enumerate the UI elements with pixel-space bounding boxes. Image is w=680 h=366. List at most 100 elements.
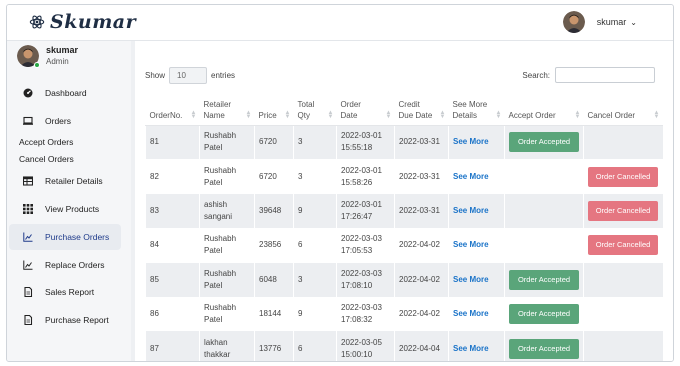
column-header-text: Name [203,110,225,120]
sidebar-item-orders[interactable]: Orders [9,108,121,134]
table-icon [23,176,33,186]
order-accepted-button[interactable]: Order Accepted [509,304,579,325]
see-more-link[interactable]: See More [448,262,505,297]
order-date-cell-line: 15:55:18 [341,143,373,153]
qty-cell: 6 [293,228,337,263]
order-no-cell: 87 [145,331,200,361]
accept-order-cell: Order Accepted [504,331,584,361]
see-more-link[interactable]: See More [448,331,505,361]
brand-logo[interactable]: Skumar [29,11,136,33]
retailer-name-cell: Rushabh Patel [199,296,255,332]
order-cancelled-button[interactable]: Order Cancelled [588,200,658,221]
column-header-text: Details [452,110,477,120]
due-date-cell: 2022-04-02 [394,228,449,263]
retailer-name-cell-line: sangani [204,211,233,221]
sidebar-item-view-products[interactable]: View Products [9,196,121,222]
sidebar-item-sales-report[interactable]: Sales Report [9,279,121,305]
app-window: Skumar skumar ⌄ skumar Admin Dashboard O… [6,4,674,362]
column-header-text: Due Date [398,110,433,120]
search-control: Search: [522,67,655,83]
order-date-cell-line: 2022-03-01 [341,165,382,175]
column-header-order-no[interactable]: OrderNo. ▲ ▼ [145,97,200,126]
see-more-link[interactable]: See More [448,125,505,160]
sidebar-item-dashboard[interactable]: Dashboard [9,80,121,106]
order-date-cell: 2022-03-03 17:08:10 [336,262,395,297]
accept-order-cell: Order Accepted [504,125,584,160]
order-cancelled-button[interactable]: Order Cancelled [588,235,658,256]
column-header-credit-due-date[interactable]: Credit Due Date ▲ ▼ [394,97,449,126]
entries-label: entries [211,71,236,80]
top-user-name: skumar [596,17,627,27]
due-date-cell: 2022-03-31 [394,159,449,194]
column-header-text: See More [452,99,488,109]
sidebar-item-label: Retailer Details [45,176,103,186]
order-no-cell: 81 [145,125,200,160]
order-date-cell: 2022-03-01 15:58:26 [336,159,395,194]
show-label: Show [145,71,166,80]
retailer-name-cell-line: lakhan [204,337,228,347]
sidebar-item-purchase-report[interactable]: Purchase Report [9,307,121,333]
sidebar-item-label: Sales Report [45,287,95,297]
retailer-name-cell-line: Rushabh [204,165,237,175]
react-atom-icon [29,15,45,29]
column-header-cancel-order[interactable]: Cancel Order ▲ ▼ [583,97,663,126]
column-header-accept-order[interactable]: Accept Order ▲ ▼ [504,97,584,126]
column-header-total-qty[interactable]: Total Qty ▲ ▼ [293,97,337,126]
retailer-name-cell-line: Rushabh [204,303,237,313]
order-no-cell: 84 [145,228,200,263]
cancel-order-cell: Order Cancelled [583,228,663,263]
sidebar-item-label: View Products [45,204,100,214]
sidebar-item-label: Dashboard [45,88,87,98]
sort-icon: ▲ ▼ [495,109,502,120]
column-header-text: OrderNo. [149,110,183,120]
sort-icon: ▲ ▼ [245,109,252,120]
see-more-link[interactable]: See More [448,193,505,229]
sidebar-item-retailer-details[interactable]: Retailer Details [9,168,121,194]
sidebar-item-label: Orders [45,116,71,126]
price-cell: 18144 [254,296,294,332]
retailer-name-cell: Rushabh Patel [199,125,255,160]
see-more-link[interactable]: See More [448,296,505,332]
entries-select[interactable]: 10 [169,67,208,84]
due-date-cell: 2022-03-31 [394,125,449,160]
purchase-orders-table: OrderNo. ▲ ▼ Retailer Name ▲ ▼ Price ▲ ▼ Total Qty ▲… [145,97,663,361]
order-date-cell-line: 15:00:10 [341,349,373,359]
column-header-order-date[interactable]: Order Date ▲ ▼ [336,97,395,126]
monitor-icon [23,116,33,126]
retailer-name-cell: Rushabh Patel [199,262,255,297]
order-no-cell: 82 [145,159,200,194]
column-header-price[interactable]: Price ▲ ▼ [254,97,294,126]
sidebar-subitem-cancel-orders[interactable]: Cancel Orders [19,154,74,164]
price-cell: 6720 [254,125,294,160]
order-cancelled-button[interactable]: Order Cancelled [588,166,658,187]
sidebar-item-replace-orders[interactable]: Replace Orders [9,252,121,278]
document-icon [23,287,33,297]
sidebar-item-purchase-orders[interactable]: Purchase Orders [9,224,121,250]
sidebar-subitem-accept-orders[interactable]: Accept Orders [19,137,73,147]
table-row: 82 Rushabh Patel 6720 3 2022-03-01 15:58:26 202… [145,159,663,194]
column-header-see-more-details[interactable]: See More Details ▲ ▼ [448,97,505,126]
cancel-order-cell [583,125,663,160]
order-accepted-button[interactable]: Order Accepted [509,338,579,359]
retailer-name-cell: lakhan thakkar [199,331,255,361]
cancel-order-cell [583,262,663,297]
search-input[interactable] [555,67,655,83]
cancel-order-cell: Order Cancelled [583,193,663,229]
column-header-text: Order [340,99,361,109]
column-header-retailer-name[interactable]: Retailer Name ▲ ▼ [199,97,255,126]
entries-control: Show 10 entries [145,67,235,84]
retailer-name-cell: Rushabh Patel [199,228,255,263]
order-accepted-button[interactable]: Order Accepted [509,269,579,290]
see-more-link[interactable]: See More [448,159,505,194]
see-more-link[interactable]: See More [448,228,505,263]
order-no-cell: 85 [145,262,200,297]
order-accepted-button[interactable]: Order Accepted [509,132,579,153]
accept-order-cell: Order Accepted [504,296,584,332]
order-date-cell-line: 2022-03-01 [341,199,382,209]
qty-cell: 3 [293,159,337,194]
column-header-text: Price [258,110,277,120]
column-header-text: Total [297,99,315,109]
document-icon [23,315,33,325]
user-menu[interactable]: skumar ⌄ [562,11,637,33]
sort-icon: ▲ ▼ [574,109,581,120]
